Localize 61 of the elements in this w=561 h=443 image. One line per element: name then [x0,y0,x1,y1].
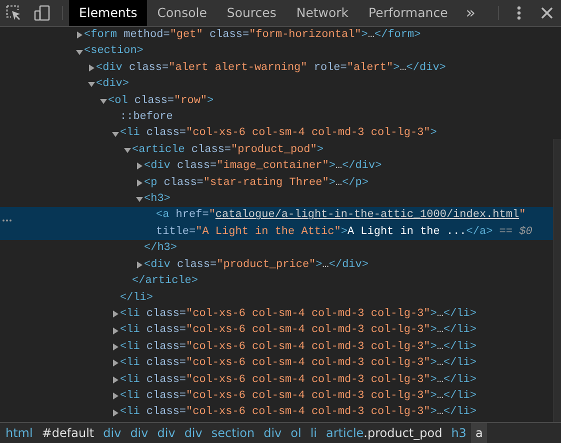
disclosure-triangle-icon[interactable] [88,80,96,88]
breadcrumb[interactable]: div [152,423,180,443]
code-line[interactable]: <li class="col-xs-6 col-sm-4 col-md-3 col-lg-3">…</li> [120,306,477,322]
scrollbar-thumb[interactable] [553,139,561,422]
panel-tab[interactable]: Network [286,0,359,26]
disclosure-triangle-icon[interactable] [112,359,120,368]
code-line[interactable]: <article class="product_pod"> [132,142,324,158]
code-line[interactable]: <ol class="row"> [108,92,214,110]
panel-tab[interactable]: Performance [358,0,458,26]
code-line[interactable]: </article> [132,273,198,290]
code-line[interactable]: ::before [120,109,173,126]
disclosure-triangle-icon[interactable] [136,260,144,269]
code-line[interactable]: </h3> [144,240,178,257]
code-line[interactable]: <li class="col-xs-6 col-sm-4 col-md-3 col-lg-3">…</li> [120,404,477,421]
code-line[interactable]: <div> [96,76,130,93]
disclosure-triangle-icon[interactable] [112,376,120,384]
disclosure-triangle-icon[interactable] [136,162,144,170]
code-line[interactable]: <form method="get" class="form-horizontal">…</form> [84,27,421,44]
more-icon[interactable] [2,219,12,222]
disclosure-triangle-icon[interactable] [76,48,84,56]
disclosure-triangle-icon[interactable] [100,96,108,105]
disclosure-triangle-icon[interactable] [136,195,144,204]
disclosure-triangle-icon[interactable] [112,326,120,334]
breadcrumb[interactable]: a [470,423,488,443]
panel-tab[interactable]: Console [147,0,217,26]
disclosure-triangle-icon[interactable] [88,64,96,72]
breadcrumb[interactable]: div [98,423,126,443]
disclosure-triangle-icon[interactable] [136,178,144,187]
code-line[interactable]: <li class="col-xs-6 col-sm-4 col-md-3 col-lg-3">…</li> [120,338,477,356]
disclosure-triangle-icon[interactable] [112,342,120,351]
breadcrumb[interactable]: div [180,423,207,443]
breadcrumb[interactable]: ol [286,423,306,443]
code-line[interactable]: <li class="col-xs-6 col-sm-4 col-md-3 col-lg-3">…</li> [120,355,477,372]
breadcrumb[interactable]: li [306,423,322,443]
code-line[interactable]: <div class="image_container">…</div> [144,158,382,175]
breadcrumb[interactable]: div [126,423,153,443]
code-line[interactable]: <p class="star-rating Three">…</p> [144,174,368,192]
panel-tab[interactable]: Elements [69,0,148,26]
code-line[interactable]: <h3> [144,191,170,208]
breadcrumb[interactable]: section [206,423,260,443]
code-line[interactable]: <li class="col-xs-6 col-sm-4 col-md-3 col-lg-3"> [120,125,437,142]
disclosure-triangle-icon[interactable] [76,31,84,40]
breadcrumb[interactable]: h3 [446,423,471,443]
code-line[interactable]: <div class="product_price">…</div> [144,256,368,274]
disclosure-triangle-icon[interactable] [112,408,120,417]
code-line[interactable]: <section> [84,43,144,60]
more-tabs-button[interactable]: » [458,0,484,26]
disclosure-triangle-icon[interactable] [112,392,120,400]
code-line[interactable]: <li class="col-xs-6 col-sm-4 col-md-3 col-lg-3">…</li> [120,388,477,404]
code-line[interactable]: </li> [120,290,154,306]
disclosure-triangle-icon[interactable] [124,146,132,154]
breadcrumb[interactable]: #default [37,423,99,443]
disclosure-triangle-icon[interactable] [112,310,120,318]
breadcrumb[interactable]: article.product_pod [322,423,447,443]
code-line[interactable]: <div class="alert alert-warning" role="alert">…</div> [96,60,446,76]
breadcrumb[interactable]: html [1,423,38,443]
code-line[interactable]: <li class="col-xs-6 col-sm-4 col-md-3 col-lg-3">…</li> [120,372,477,388]
disclosure-triangle-icon[interactable] [112,130,120,138]
breadcrumb[interactable]: div [259,423,286,443]
code-line[interactable]: <li class="col-xs-6 col-sm-4 col-md-3 col-lg-3">…</li> [120,322,477,339]
panel-tab[interactable]: Sources [216,0,286,26]
